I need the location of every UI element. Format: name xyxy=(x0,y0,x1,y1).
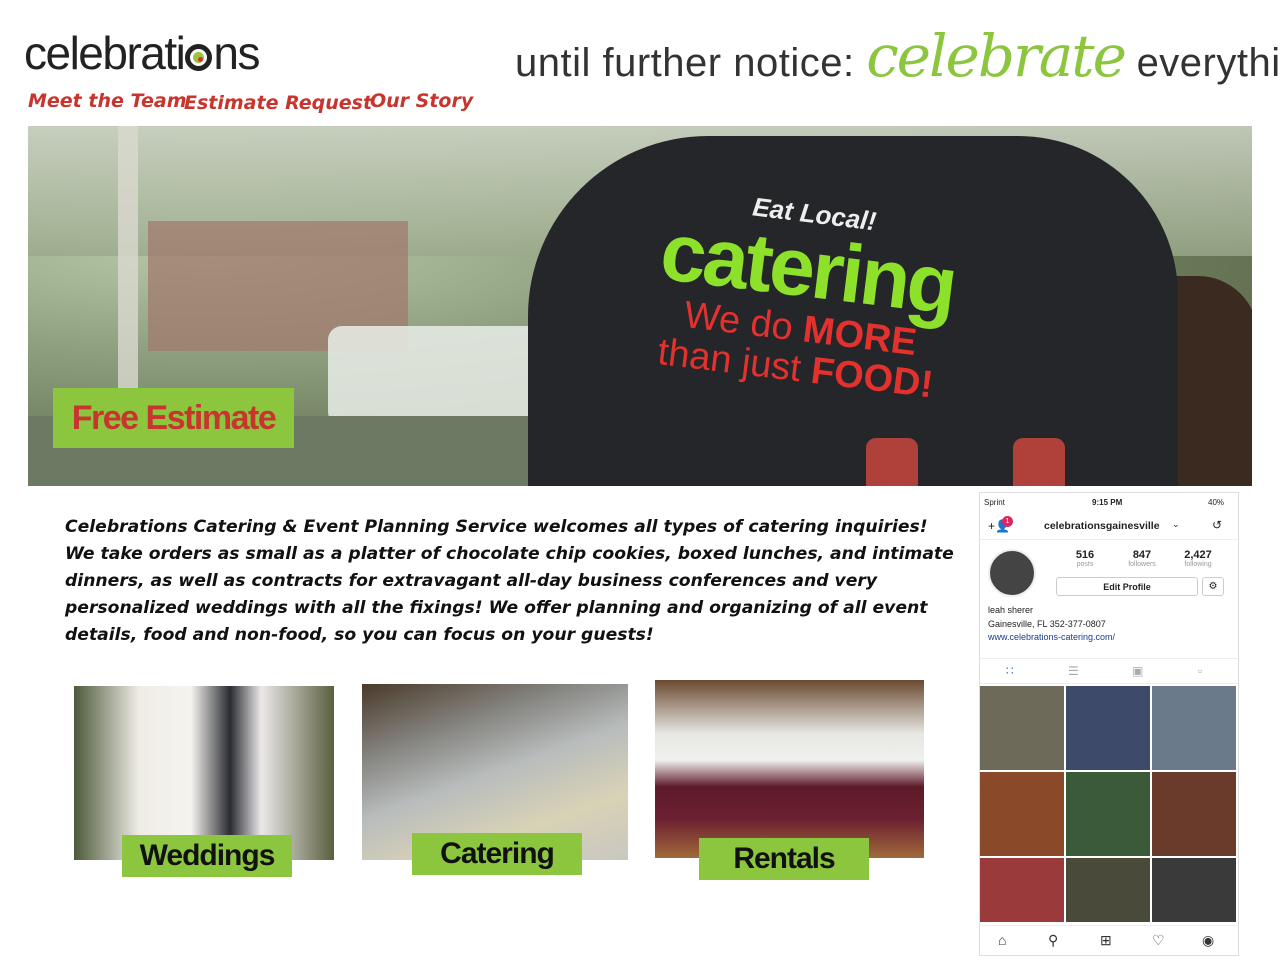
tagged-icon[interactable]: ▣ xyxy=(1132,664,1143,678)
ig-location: Gainesville, FL 352-377-0807 xyxy=(988,619,1106,629)
ig-website-link[interactable]: www.celebrations-catering.com/ xyxy=(988,632,1115,642)
list-icon[interactable]: ☰ xyxy=(1068,664,1079,678)
olive-icon xyxy=(185,44,213,71)
stat-following-value: 2,427 xyxy=(1184,549,1212,561)
ig-post-8[interactable] xyxy=(1066,858,1150,922)
grid-icon[interactable]: ∷ xyxy=(1006,664,1014,678)
stat-following[interactable]: 2,427 following xyxy=(1168,549,1228,568)
ig-post-5[interactable] xyxy=(1066,772,1150,856)
ig-post-1[interactable] xyxy=(980,686,1064,770)
ig-bottom-nav: ⌂ ⚲ ⊞ ♡ ◉ xyxy=(980,925,1238,955)
ig-post-9[interactable] xyxy=(1152,858,1236,922)
ig-header: +👤 1 celebrationsgainesville ⌄ ↺ xyxy=(980,515,1238,540)
stat-posts-value: 516 xyxy=(1075,549,1095,561)
stat-posts[interactable]: 516 posts xyxy=(1055,549,1115,568)
weddings-tile[interactable] xyxy=(74,686,334,860)
hero-pole xyxy=(118,126,138,426)
search-icon[interactable]: ⚲ xyxy=(1048,932,1058,949)
logo-text-part1: celebrati xyxy=(24,27,186,79)
nav-estimate-request[interactable]: Estimate Request xyxy=(184,92,372,114)
free-estimate-button[interactable]: Free Estimate xyxy=(53,388,294,448)
ig-post-2[interactable] xyxy=(1066,686,1150,770)
chevron-down-icon[interactable]: ⌄ xyxy=(1172,519,1180,530)
avatar[interactable] xyxy=(988,549,1036,597)
carrier: Sprint xyxy=(984,498,1005,507)
history-icon[interactable]: ↺ xyxy=(1212,518,1222,532)
status-time: 9:15 PM xyxy=(1092,498,1123,507)
stat-followers-value: 847 xyxy=(1132,549,1152,561)
stat-followers-label: followers xyxy=(1128,561,1156,568)
nav-meet-the-team[interactable]: Meet the Team xyxy=(28,90,187,112)
logo-text-part2: ns xyxy=(213,27,260,79)
catering-button[interactable]: Catering xyxy=(412,833,582,875)
rentals-photo xyxy=(655,680,924,858)
stat-following-label: following xyxy=(1184,561,1212,568)
bookmark-icon[interactable]: ▫ xyxy=(1198,664,1202,678)
ig-post-7[interactable] xyxy=(980,858,1064,922)
rentals-tile[interactable] xyxy=(655,680,924,858)
heart-icon[interactable]: ♡ xyxy=(1152,932,1165,949)
add-post-icon[interactable]: ⊞ xyxy=(1100,932,1112,949)
home-icon[interactable]: ⌂ xyxy=(998,932,1006,948)
battery: 40% xyxy=(1208,498,1225,507)
rentals-button[interactable]: Rentals xyxy=(699,838,869,880)
stat-followers[interactable]: 847 followers xyxy=(1112,549,1172,568)
ig-post-4[interactable] xyxy=(980,772,1064,856)
ig-username[interactable]: celebrationsgainesville xyxy=(1044,520,1160,532)
ig-tabs: ∷ ☰ ▣ ▫ xyxy=(980,658,1238,684)
celebrations-logo[interactable]: celebrati ns xyxy=(24,26,260,80)
weddings-photo xyxy=(74,686,334,860)
intro-text: Celebrations Catering & Event Planning S… xyxy=(65,517,954,645)
ig-post-6[interactable] xyxy=(1152,772,1236,856)
tagline: until further notice: celebrate everythi… xyxy=(515,22,1280,90)
ig-post-3[interactable] xyxy=(1152,686,1236,770)
ig-name: leah sherer xyxy=(988,605,1034,615)
nav-our-story[interactable]: Our Story xyxy=(370,90,473,112)
phone-status-bar: Sprint 9:15 PM 40% xyxy=(980,496,1238,510)
bottle-left xyxy=(866,438,918,486)
tagline-post: everything xyxy=(1136,41,1280,85)
instagram-profile-preview[interactable]: Sprint 9:15 PM 40% +👤 1 celebrationsgain… xyxy=(979,492,1239,956)
profile-icon[interactable]: ◉ xyxy=(1202,932,1214,949)
stat-posts-label: posts xyxy=(1076,561,1094,568)
gear-icon[interactable]: ⚙ xyxy=(1202,577,1224,596)
tagline-highlight: celebrate xyxy=(866,22,1127,90)
edit-profile-button[interactable]: Edit Profile xyxy=(1056,577,1198,596)
ig-photo-grid xyxy=(980,686,1238,922)
weddings-button[interactable]: Weddings xyxy=(122,835,292,877)
notification-badge: 1 xyxy=(1002,516,1013,527)
tagline-pre: until further notice: xyxy=(515,41,855,85)
bottle-right xyxy=(1013,438,1065,486)
